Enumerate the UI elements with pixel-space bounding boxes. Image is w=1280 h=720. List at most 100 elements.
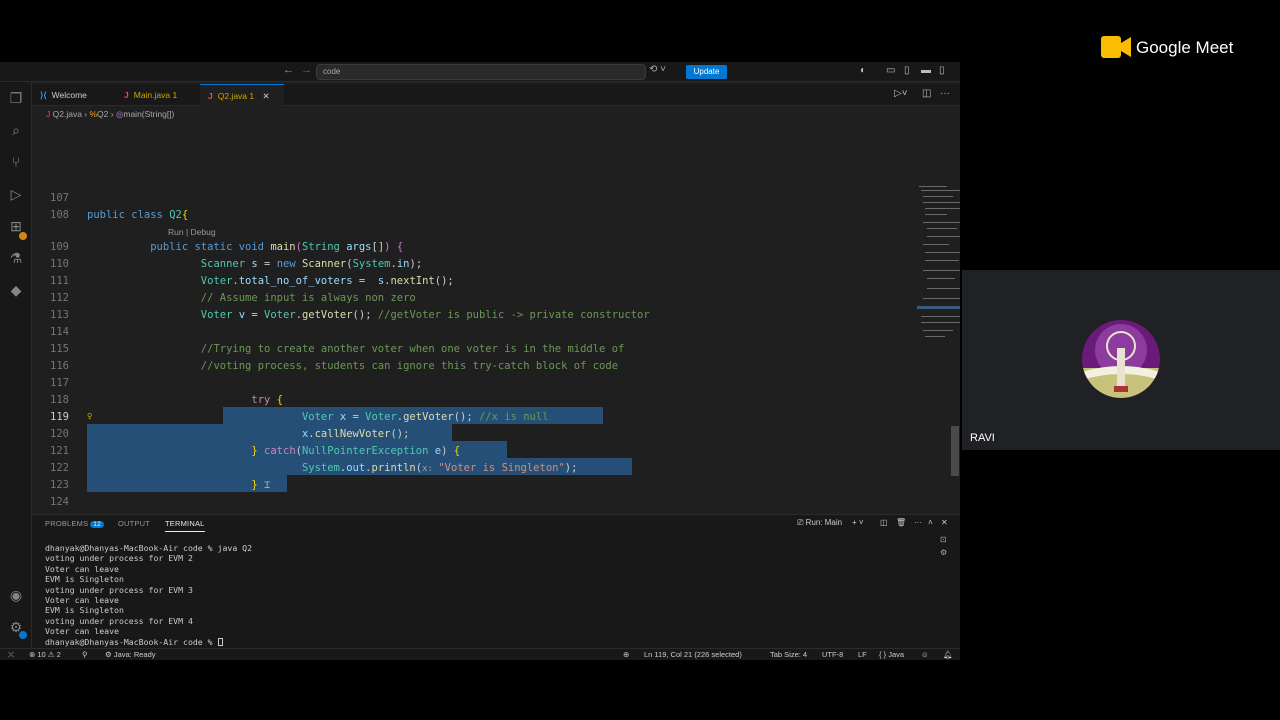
problems-status[interactable]: ⊗ 10 ⚠ 2 (29, 650, 61, 660)
update-button[interactable]: Update (686, 65, 727, 79)
editor-tabs: ⟩⟨ Welcome J Main.java 1 J Q2.java 1 ✕ ▷˅ ◫… (32, 84, 960, 106)
terminal-icon: ⎚ (797, 518, 804, 527)
terminal-line: Voter can leave (45, 626, 119, 637)
encoding[interactable]: UTF-8 (822, 650, 843, 660)
copilot-icon[interactable]: ⟲ ˅ (649, 64, 666, 75)
layout-icon[interactable]: ▭ (886, 65, 895, 76)
code-line: 124 (32, 494, 892, 511)
toggle-secondary-sidebar-icon[interactable]: ▯ (939, 65, 945, 76)
code-line: 117 (32, 375, 892, 392)
accounts-icon[interactable]: ◐ (860, 65, 866, 76)
extensions-icon[interactable]: ⊞ (0, 218, 32, 235)
testing-icon[interactable]: ⚗ (0, 250, 32, 267)
editor-scrollbar[interactable] (951, 426, 959, 476)
code-line: 116 //voting process, students can ignor… (32, 358, 892, 375)
code-line: 114 (32, 324, 892, 341)
terminal-line: Voter can leave (45, 563, 119, 574)
line-number: 119 (50, 411, 69, 423)
zoom-icon[interactable]: ⊕ (623, 650, 629, 660)
close-tab-icon[interactable]: ✕ (263, 91, 270, 101)
account-icon[interactable]: ◉ (0, 587, 32, 604)
terminal-cursor (217, 638, 223, 647)
line-number: 108 (50, 209, 69, 221)
tab-label: Q2.java (217, 91, 248, 101)
line-number: 120 (50, 428, 69, 440)
toggle-sidebar-icon[interactable]: ▯ (904, 65, 910, 76)
ports-icon[interactable]: ⚲ (82, 650, 88, 660)
java-file-icon: J (46, 109, 51, 119)
tab-welcome[interactable]: ⟩⟨ Welcome (32, 84, 116, 106)
tab-problem-count: 1 (172, 90, 178, 100)
status-bar: ⤫ ⊗ 10 ⚠ 2 ⚲ ⚙ Java: Ready ⊕ Ln 119, Col… (0, 648, 960, 660)
terminal-output[interactable]: dhanyak@Dhanyas-MacBook-Air code % java … (45, 543, 252, 647)
run-java-icon[interactable]: ▷˅ (894, 88, 908, 99)
back-arrow-icon[interactable]: ← (283, 64, 294, 76)
new-terminal-icon[interactable]: + ˅ (852, 518, 864, 527)
maximize-panel-icon[interactable]: ˄ (928, 518, 933, 527)
prompt-text: dhanyak@Dhanyas-MacBook-Air code % (45, 636, 218, 647)
search-icon[interactable]: ⌕ (0, 122, 32, 139)
close-panel-icon[interactable]: ✕ (941, 518, 948, 527)
code-line: 110 Scanner s = new Scanner(System.in); (32, 256, 892, 273)
breadcrumb-file[interactable]: Q2.java (53, 109, 82, 119)
terminal-prompt: dhanyak@Dhanyas-MacBook-Air code % (45, 637, 252, 647)
screen: { "titlebar": {"search_text": "code", "u… (0, 0, 1280, 720)
kill-terminal-icon[interactable]: 🗑 (896, 518, 906, 527)
title-bar: ← → code ⟲ ˅ Update ◐ ▭ ▯ ▬ ▯ (0, 62, 960, 82)
tab-size[interactable]: Tab Size: 4 (770, 650, 807, 660)
run-debug-codelens[interactable]: Run | Debug (168, 226, 216, 238)
notifications-bell-icon[interactable]: 🔔︎ (943, 650, 953, 660)
tab-output[interactable]: OUTPUT (118, 519, 150, 528)
error-count: 10 (37, 650, 46, 659)
line-number: 117 (50, 377, 69, 389)
breadcrumb-method[interactable]: main(String[]) (123, 109, 174, 119)
code-line: 120 x.callNewVoter(); (32, 426, 892, 443)
line-number: 116 (50, 360, 69, 372)
line-number: 124 (50, 496, 69, 508)
cursor-position[interactable]: Ln 119, Col 21 (226 selected) (644, 650, 742, 660)
split-terminal-icon[interactable]: ◫ (880, 518, 888, 527)
minimap[interactable] (917, 184, 960, 354)
code-line: 123 } ⌶ (32, 477, 892, 494)
terminal-line: voting under process for EVM 2 (45, 553, 193, 564)
vscode-window: ← → code ⟲ ˅ Update ◐ ▭ ▯ ▬ ▯ ❐ ⌕ ⑂ ▷ ⊞ … (0, 62, 960, 660)
language-mode[interactable]: { } Java (879, 650, 904, 660)
terminal-list-icon[interactable]: ⊡ (940, 535, 947, 544)
command-center-search[interactable]: code (316, 64, 646, 80)
toggle-panel-icon[interactable]: ▬ (921, 65, 931, 76)
manage-gear-icon[interactable]: ⚙ (0, 619, 32, 636)
line-number: 107 (50, 192, 69, 204)
bottom-panel: PROBLEMS 12 OUTPUT TERMINAL ⎚ Run: Main +… (32, 514, 960, 648)
code-line: 108 public class Q2{ (32, 207, 892, 224)
manage-badge (19, 631, 27, 639)
remote-icon[interactable]: ⤫ (8, 650, 14, 660)
line-number: 122 (50, 462, 69, 474)
split-editor-icon[interactable]: ◫ (922, 88, 931, 99)
code-line: 118 try { (32, 392, 892, 409)
terminal-line: voting under process for EVM 4 (45, 615, 193, 626)
more-panel-icon[interactable]: ··· (914, 518, 922, 527)
copilot-status-icon[interactable]: ☺ (921, 650, 929, 660)
terminal-run-main[interactable]: ⎚ Run: Main (797, 518, 842, 528)
explorer-icon[interactable]: ❐ (0, 90, 32, 107)
problems-count-badge: 12 (90, 521, 104, 528)
tab-terminal[interactable]: TERMINAL (165, 519, 205, 532)
java-status-text: Java: Ready (113, 650, 156, 659)
code-editor[interactable]: 107 108 public class Q2{ Run | Debug 109 … (32, 124, 960, 576)
eol[interactable]: LF (858, 650, 867, 660)
python-icon[interactable]: ◆ (0, 282, 32, 299)
code-line: 113 Voter v = Voter.getVoter(); //getVot… (32, 307, 892, 324)
terminal-java-icon[interactable]: ⚙ (940, 548, 947, 557)
line-number: 123 (50, 479, 69, 491)
extensions-badge (19, 232, 27, 240)
tab-main-java[interactable]: J Main.java 1 (116, 84, 200, 106)
more-actions-icon[interactable]: ··· (940, 88, 950, 99)
source-control-icon[interactable]: ⑂ (0, 154, 32, 170)
java-status[interactable]: ⚙ Java: Ready (105, 650, 156, 660)
tab-problems[interactable]: PROBLEMS 12 (45, 519, 104, 528)
tab-q2-java[interactable]: J Q2.java 1 ✕ (200, 84, 284, 106)
forward-arrow-icon[interactable]: → (301, 64, 312, 76)
breadcrumb-class[interactable]: Q2 (97, 109, 108, 119)
run-debug-icon[interactable]: ▷ (0, 186, 32, 203)
terminal-line: dhanyak@Dhanyas-MacBook-Air code % java … (45, 543, 253, 553)
